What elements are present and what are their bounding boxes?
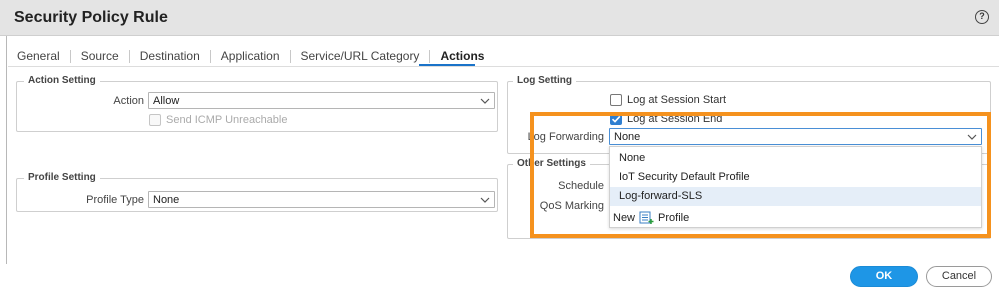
tab-separator: [209, 49, 211, 63]
tab-actions[interactable]: Actions: [440, 49, 484, 63]
send-icmp-checkbox[interactable]: [149, 114, 161, 126]
action-label: Action: [113, 95, 144, 107]
action-select[interactable]: Allow: [148, 92, 495, 109]
question-circle-icon[interactable]: ?: [975, 10, 989, 24]
chevron-down-icon: [480, 98, 490, 104]
log-session-start-checkbox[interactable]: [610, 94, 622, 106]
action-select-value: Allow: [153, 95, 180, 107]
tab-application[interactable]: Application: [221, 49, 280, 63]
chevron-down-icon: [480, 197, 490, 203]
tab-source[interactable]: Source: [81, 49, 119, 63]
log-setting-legend: Log Setting: [513, 75, 576, 86]
tab-separator: [69, 49, 71, 63]
tab-separator: [289, 49, 291, 63]
tab-separator: [128, 49, 130, 63]
profile-type-value: None: [153, 194, 180, 206]
dialog-title: Security Policy Rule: [14, 9, 168, 26]
tab-general[interactable]: General: [17, 49, 60, 63]
cancel-button[interactable]: Cancel: [926, 266, 992, 287]
tab-service-url-category[interactable]: Service/URL Category: [301, 49, 420, 63]
tab-destination[interactable]: Destination: [140, 49, 200, 63]
ok-button[interactable]: OK: [850, 266, 918, 287]
dialog-left-border: [6, 36, 7, 264]
profile-type-label: Profile Type: [86, 194, 144, 206]
tab-separator: [429, 49, 431, 63]
tab-bar: General Source Destination Application S…: [17, 47, 484, 65]
profile-type-select[interactable]: None: [148, 191, 495, 208]
tab-bar-divider: [8, 66, 999, 67]
action-setting-legend: Action Setting: [24, 75, 100, 86]
log-session-start-label: Log at Session Start: [627, 94, 727, 106]
annotation-highlight-box: [530, 112, 991, 238]
profile-setting-legend: Profile Setting: [24, 172, 100, 183]
send-icmp-label: Send ICMP Unreachable: [166, 114, 288, 126]
